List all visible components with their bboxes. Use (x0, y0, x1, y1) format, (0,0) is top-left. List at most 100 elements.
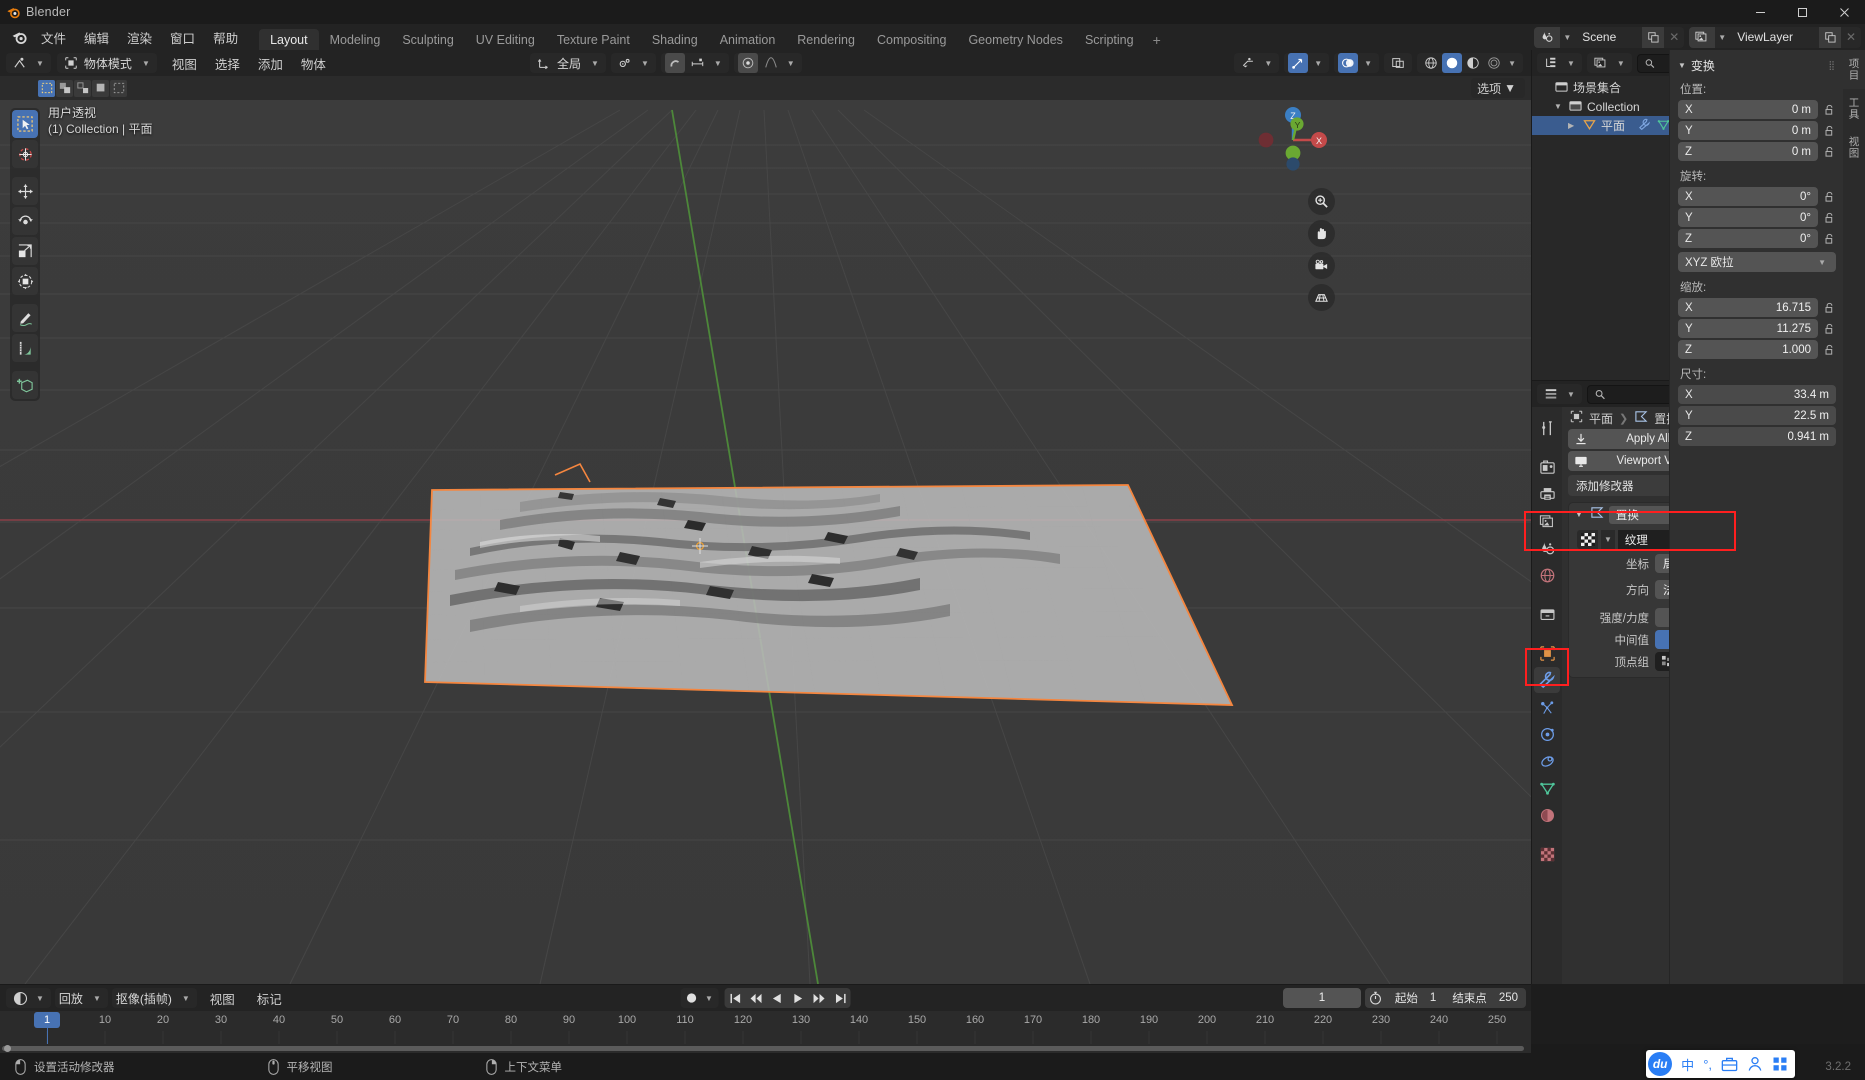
rotation-y-lock-icon[interactable] (1822, 210, 1836, 226)
rendered-shading-icon[interactable] (1484, 53, 1504, 73)
tab-sculpting[interactable]: Sculpting (391, 29, 464, 50)
minimize-button[interactable] (1739, 0, 1781, 24)
scene-copy-button[interactable] (1642, 27, 1664, 48)
dimension-z-row[interactable]: Z 0.941 m (1678, 427, 1836, 446)
grid-icon[interactable] (1308, 284, 1335, 311)
scrollbar-thumb[interactable] (2, 1046, 1524, 1051)
tab-modeling[interactable]: Modeling (319, 29, 392, 50)
rotation-x-row[interactable]: X 0° (1678, 187, 1836, 206)
viewport-3d[interactable]: ▼ 物体模式 ▼ 视图 选择 添加 物体 (0, 50, 1531, 984)
view-axis-gizmo[interactable]: Z X Y (1253, 100, 1333, 180)
tab-compositing[interactable]: Compositing (866, 29, 957, 50)
viewlayer-delete-button[interactable]: ✕ (1841, 27, 1861, 48)
playback-buttons[interactable] (725, 988, 851, 1008)
scale-y-lock-icon[interactable] (1822, 321, 1836, 337)
move-tool-icon[interactable] (12, 177, 38, 205)
record-icon[interactable] (683, 990, 700, 1007)
properties-tab-output[interactable] (1534, 481, 1560, 507)
shading-mode-group[interactable]: ▼ (1417, 53, 1523, 73)
solid-shading-icon[interactable] (1442, 53, 1462, 73)
pivot-point-button[interactable]: ▼ (611, 53, 656, 73)
hand-icon[interactable] (1308, 220, 1335, 247)
viewport-menu-select[interactable]: 选择 (206, 50, 249, 76)
frame-start-field[interactable]: 起始 1 (1387, 988, 1444, 1008)
outliner-display-mode-button[interactable]: ▼ (1587, 53, 1632, 73)
viewport-menu-object[interactable]: 物体 (292, 50, 335, 76)
scale-y-row[interactable]: Y 11.275 (1678, 319, 1836, 338)
rotation-x-lock-icon[interactable] (1822, 189, 1836, 205)
menu-window[interactable]: 窗口 (161, 24, 204, 50)
location-z-lock-icon[interactable] (1822, 144, 1836, 160)
properties-tab-viewlayer[interactable] (1534, 508, 1560, 534)
play-icon[interactable] (788, 988, 809, 1008)
visibility-button[interactable]: ▼ (1234, 53, 1279, 73)
next-keyframe-icon[interactable] (809, 988, 830, 1008)
proportional-edit-group[interactable]: ▼ (734, 53, 802, 73)
tab-rendering[interactable]: Rendering (786, 29, 866, 50)
scale-x-lock-icon[interactable] (1822, 300, 1836, 316)
interaction-mode-button[interactable]: 物体模式 ▼ (57, 53, 157, 73)
rotation-z-field[interactable]: Z 0° (1678, 229, 1818, 248)
location-y-field[interactable]: Y 0 m (1678, 121, 1818, 140)
sidebar-tab-item[interactable]: 项目 (1843, 50, 1865, 89)
dimension-x-row[interactable]: X 33.4 m (1678, 385, 1836, 404)
camera-icon[interactable] (1308, 252, 1335, 279)
timeline-menu-marker[interactable]: 标记 (248, 985, 291, 1011)
properties-tab-tool[interactable] (1534, 415, 1560, 441)
outliner-editor-type-button[interactable]: ▼ (1537, 53, 1582, 73)
gizmo-toggle-group[interactable]: ▼ (1284, 53, 1329, 73)
viewport-menu-view[interactable]: 视图 (163, 50, 206, 76)
jump-start-icon[interactable] (725, 988, 746, 1008)
properties-tab-particles[interactable] (1534, 694, 1560, 720)
scale-tool-icon[interactable] (12, 237, 38, 265)
scale-z-row[interactable]: Z 1.000 (1678, 340, 1836, 359)
ime-user-icon[interactable] (1747, 1056, 1763, 1072)
location-x-row[interactable]: X 0 m (1678, 100, 1836, 119)
timeline-horizontal-scrollbar[interactable] (0, 1044, 1531, 1053)
ime-toolbar[interactable]: du 中 °, (1646, 1050, 1795, 1078)
playback-popover-button[interactable]: 回放 ▼ (55, 988, 108, 1008)
tab-layout[interactable]: Layout (259, 29, 319, 50)
location-y-row[interactable]: Y 0 m (1678, 121, 1836, 140)
collection-expand-icon[interactable]: ▼ (1554, 102, 1564, 111)
scale-z-field[interactable]: Z 1.000 (1678, 340, 1818, 359)
viewport-canvas[interactable] (0, 50, 1531, 984)
auto-keying-group[interactable]: ▼ (680, 988, 719, 1008)
dimension-x-field[interactable]: X 33.4 m (1678, 385, 1836, 404)
location-y-lock-icon[interactable] (1822, 123, 1836, 139)
tab-uv-editing[interactable]: UV Editing (465, 29, 546, 50)
menu-file[interactable]: 文件 (32, 24, 75, 50)
zoom-icon[interactable] (1308, 188, 1335, 215)
use-preview-range-icon[interactable] (1365, 991, 1387, 1005)
keying-popover-button[interactable]: 抠像(插帧) ▼ (112, 988, 197, 1008)
transform-panel-header[interactable]: ▼ 变换 ⣿ (1678, 56, 1836, 74)
frame-end-field[interactable]: 结束点 250 (1444, 988, 1526, 1008)
tab-geometry-nodes[interactable]: Geometry Nodes (957, 29, 1073, 50)
timeline-editor-type-button[interactable]: ▼ (6, 988, 51, 1008)
rotation-mode-dropdown[interactable]: XYZ 欧拉 ▼ (1678, 252, 1836, 272)
tab-scripting[interactable]: Scripting (1074, 29, 1145, 50)
add-cube-tool-icon[interactable] (12, 371, 38, 399)
select-extend-icon[interactable] (74, 80, 91, 97)
properties-tab-world[interactable] (1534, 562, 1560, 588)
viewlayer-selector[interactable]: ▼ ViewLayer ✕ (1689, 27, 1861, 48)
viewport-menu-add[interactable]: 添加 (249, 50, 292, 76)
tab-texture-paint[interactable]: Texture Paint (546, 29, 641, 50)
scrollbar-handle-dot[interactable] (4, 1045, 11, 1052)
properties-editor-type-button[interactable]: ▼ (1537, 384, 1582, 404)
select-subtract-icon[interactable] (92, 80, 109, 97)
scale-x-row[interactable]: X 16.715 (1678, 298, 1836, 317)
location-z-field[interactable]: Z 0 m (1678, 142, 1818, 161)
scale-y-field[interactable]: Y 11.275 (1678, 319, 1818, 338)
object-modifier-icon[interactable] (1638, 118, 1651, 134)
timeline-menu-view[interactable]: 视图 (201, 985, 244, 1011)
properties-tab-physics[interactable] (1534, 721, 1560, 747)
texture-browse-button[interactable] (1577, 530, 1598, 549)
select-mode-group[interactable] (38, 80, 127, 97)
menu-render[interactable]: 渲染 (118, 24, 161, 50)
measure-tool-icon[interactable] (12, 334, 38, 362)
rotation-z-row[interactable]: Z 0° (1678, 229, 1836, 248)
current-frame-field[interactable]: 1 (1283, 988, 1361, 1008)
rotation-y-row[interactable]: Y 0° (1678, 208, 1836, 227)
jump-end-icon[interactable] (830, 988, 851, 1008)
